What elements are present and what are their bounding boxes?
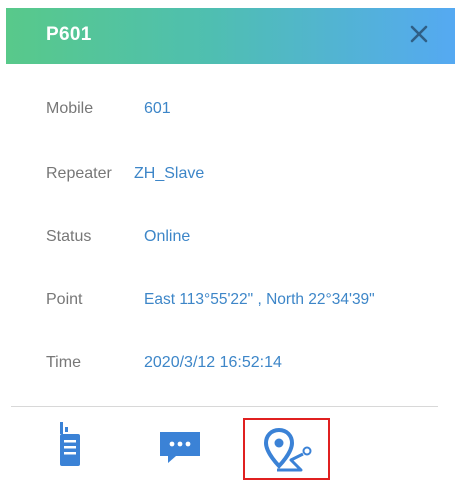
location-track-icon [263, 426, 315, 474]
point-value: East 113°55'22" , North 22°34'39" [144, 291, 375, 308]
message-icon [154, 416, 206, 476]
device-info-popup: P601 Mobile 601 Repeater ZH_Slave Status… [0, 0, 455, 487]
mobile-value: 601 [144, 100, 171, 117]
device-title: P601 [46, 24, 92, 45]
divider [11, 406, 438, 407]
time-label: Time [46, 354, 81, 371]
top-spacer [0, 0, 455, 8]
radio-icon [52, 416, 88, 476]
close-button[interactable] [406, 21, 432, 47]
repeater-label: Repeater [46, 165, 112, 182]
popup-header: P601 [6, 8, 455, 64]
status-label: Status [46, 228, 92, 245]
close-icon [406, 21, 432, 47]
call-button[interactable] [52, 416, 88, 476]
mobile-label: Mobile [46, 100, 94, 117]
repeater-value: ZH_Slave [134, 165, 205, 182]
message-button[interactable] [154, 416, 206, 476]
time-value: 2020/3/12 16:52:14 [144, 354, 282, 371]
location-track-button[interactable] [243, 418, 330, 480]
point-label: Point [46, 291, 83, 308]
status-value: Online [144, 228, 191, 245]
